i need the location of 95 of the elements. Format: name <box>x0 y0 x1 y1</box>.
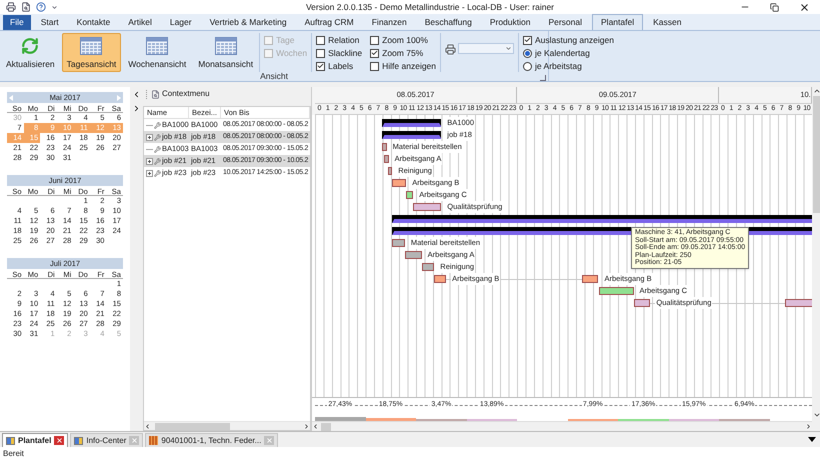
radio-button[interactable] <box>523 48 532 58</box>
refresh-button[interactable]: Aktualisieren <box>1 33 60 72</box>
radio-button[interactable] <box>523 62 532 70</box>
checkbox-label: Zoom 100% <box>382 34 428 46</box>
scroll-left-icon[interactable] <box>144 422 151 430</box>
menu-tab[interactable]: Lager <box>162 15 200 30</box>
collapse-left-icon[interactable] <box>132 90 141 99</box>
scroll-down-icon[interactable] <box>812 411 820 419</box>
customize-icon[interactable] <box>51 4 58 10</box>
scroll-up-icon[interactable] <box>812 87 820 95</box>
expand-icon[interactable] <box>146 170 153 176</box>
scrollbar-thumb[interactable] <box>155 423 230 430</box>
grid-icon <box>149 436 158 445</box>
preview-icon[interactable] <box>21 2 31 12</box>
document-tab[interactable]: Plantafel <box>2 433 68 447</box>
restore-icon[interactable] <box>770 2 779 12</box>
menu-tab[interactable]: Finanzen <box>364 15 415 30</box>
checkbox[interactable] <box>370 48 380 58</box>
view-button[interactable]: Wochenansicht <box>123 33 192 72</box>
checkbox-label: Labels <box>328 60 354 72</box>
board-icon <box>6 436 15 444</box>
checkbox[interactable] <box>316 36 326 44</box>
expand-icon[interactable] <box>146 134 153 140</box>
contextmenu-button[interactable]: Contextmenu <box>151 88 210 100</box>
task-bar[interactable] <box>384 155 389 163</box>
radio-label: je Kalendertag <box>535 46 590 60</box>
checkbox-label: Auslastung anzeigen <box>535 34 614 46</box>
task-bar[interactable] <box>785 299 812 307</box>
menu-tab[interactable]: Produktion <box>482 15 538 30</box>
checkbox[interactable] <box>316 62 326 70</box>
task-bar[interactable] <box>422 263 434 271</box>
checkbox-label: Relation <box>328 34 360 46</box>
printer-icon[interactable] <box>445 44 456 55</box>
task-bar[interactable] <box>382 143 387 151</box>
menu-tab[interactable]: Personal <box>540 15 590 30</box>
calendar-icon <box>146 37 168 55</box>
menu-tab[interactable]: Auftrag CRM <box>296 15 362 30</box>
menu-tab[interactable]: Start <box>32 15 67 30</box>
document-icon <box>151 90 160 98</box>
task-bar[interactable] <box>598 287 634 295</box>
task-bar[interactable] <box>388 167 392 175</box>
window-title: Version 2.0.0.135 - Demo Metallindustrie - Local-DB - User: rainer <box>306 0 554 14</box>
board-icon <box>74 436 84 444</box>
checkbox-label: Slackline <box>328 46 362 60</box>
calendar-icon <box>214 37 237 55</box>
caret-icon <box>505 45 512 52</box>
menu-tab[interactable]: Plantafel <box>592 14 644 30</box>
view-button[interactable]: Tagesansicht <box>62 33 122 72</box>
menu-tab[interactable]: Vertrieb & Marketing <box>202 15 295 30</box>
checkbox-label: Wochen <box>276 46 308 60</box>
expand-icon[interactable] <box>146 158 153 164</box>
menu-tab[interactable]: Artikel <box>120 15 160 30</box>
scrollbar-thumb[interactable] <box>813 96 820 213</box>
tab-list-icon[interactable] <box>808 437 816 442</box>
scroll-right-icon[interactable] <box>303 422 310 430</box>
task-bar[interactable] <box>413 203 442 211</box>
menu-tab[interactable]: Kassen <box>645 15 690 30</box>
close-icon[interactable] <box>799 2 810 12</box>
dialog-launcher-icon[interactable] <box>540 74 546 81</box>
task-bar[interactable] <box>392 179 406 187</box>
menu-tab[interactable]: Kontakte <box>68 15 118 30</box>
radio-label: je Arbeitstag <box>535 60 582 72</box>
scrollbar-thumb[interactable] <box>321 423 331 431</box>
group-label: Ansicht <box>260 70 288 84</box>
printer-icon[interactable] <box>6 2 16 12</box>
checkbox[interactable] <box>370 62 380 70</box>
task-bar[interactable] <box>406 191 414 199</box>
view-button[interactable]: Monatsansicht <box>193 33 258 72</box>
refresh-icon <box>21 37 40 55</box>
menu-tab[interactable]: File <box>3 15 31 30</box>
tool-icon <box>154 170 161 176</box>
checkbox-label: Zoom 75% <box>382 46 424 60</box>
calendar-icon <box>80 37 102 55</box>
task-bar[interactable] <box>404 251 422 259</box>
expand-right-icon[interactable] <box>132 104 141 113</box>
status-text: Bereit <box>3 448 24 460</box>
scroll-right-icon[interactable] <box>804 423 812 430</box>
checkbox[interactable] <box>370 36 380 44</box>
help-icon[interactable] <box>36 2 46 12</box>
task-bar[interactable] <box>434 275 446 283</box>
document-tab[interactable]: Info-Center <box>70 433 144 447</box>
checkbox-label: Tage <box>276 34 295 46</box>
checkbox[interactable] <box>316 48 326 58</box>
task-bar[interactable] <box>634 299 650 307</box>
checkbox-label: Hilfe anzeigen <box>382 60 436 72</box>
task-bar[interactable] <box>582 275 598 283</box>
task-bar[interactable] <box>392 239 405 247</box>
tool-icon <box>154 122 161 128</box>
menu-tab[interactable]: Beschaffung <box>416 15 480 30</box>
document-tab[interactable]: 90401001-1, Techn. Feder... <box>145 433 278 447</box>
tool-icon <box>154 158 161 164</box>
tool-icon <box>154 146 161 152</box>
tool-icon <box>154 134 161 140</box>
scroll-left-icon[interactable] <box>312 423 319 430</box>
checkbox[interactable] <box>523 36 532 44</box>
